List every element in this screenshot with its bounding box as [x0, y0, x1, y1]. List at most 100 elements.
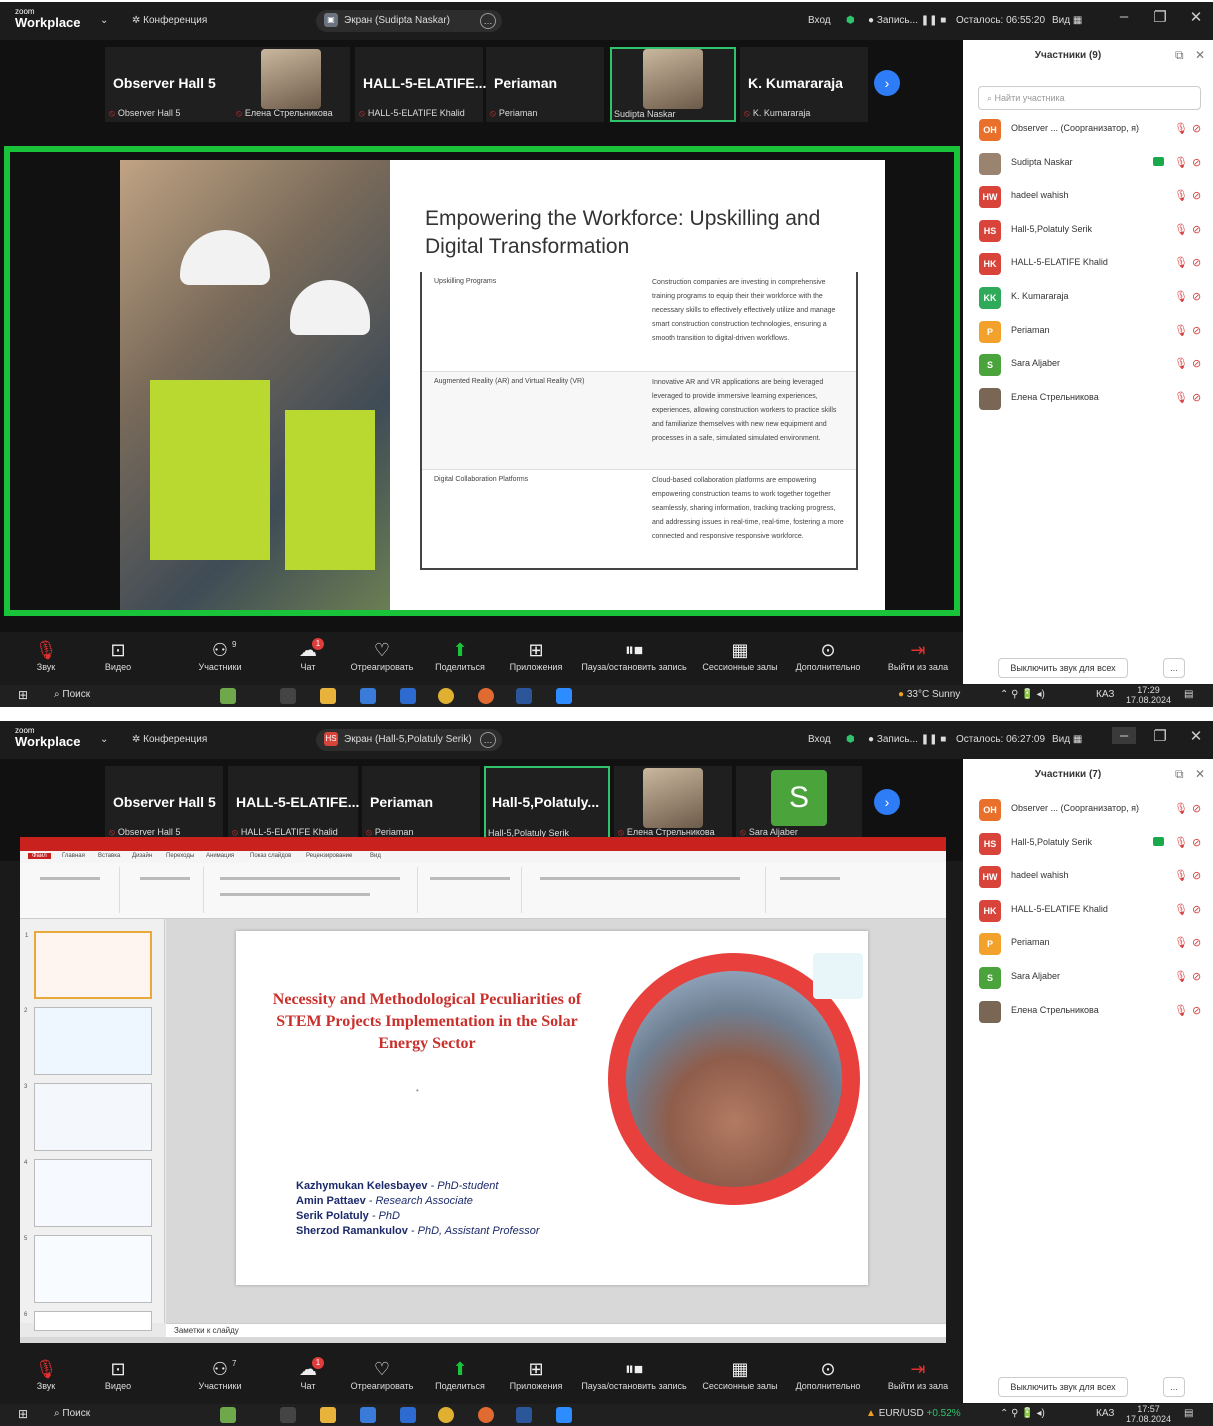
slide-thumbnail[interactable]: 6 [24, 1311, 152, 1331]
video-tile[interactable]: HALL-5-ELATIFE... ⦸ HALL-5-ELATIFE Khalid [355, 47, 486, 122]
view-menu[interactable]: Вид ▦ [1052, 15, 1082, 26]
mic-muted-icon[interactable]: 🎙︎ [1174, 122, 1188, 135]
video-off-icon[interactable]: ⊘ [1192, 223, 1201, 236]
view-menu[interactable]: Вид ▦ [1052, 734, 1082, 745]
screen-share-indicator[interactable]: HS Экран (Hall-5,Polatuly Serik) … [316, 729, 502, 751]
ribbon-group-font[interactable] [208, 867, 418, 913]
participant-row[interactable]: S Sara Aljaber 🎙︎ ⊘ [979, 352, 1211, 378]
mic-muted-icon[interactable]: 🎙︎ [1174, 391, 1188, 404]
login-button[interactable]: Вход [808, 734, 831, 745]
windows-start-icon[interactable]: ⊞ [18, 688, 28, 702]
video-tile[interactable]: ⦸ Елена Стрельникова [232, 47, 350, 122]
ribbon-tab[interactable]: Показ слайдов [250, 853, 291, 859]
video-tile[interactable]: Periaman ⦸ Periaman [362, 766, 480, 841]
screen-share-indicator[interactable]: ▣ Экран (Sudipta Naskar) … [316, 10, 502, 32]
windows-start-icon[interactable]: ⊞ [18, 1407, 28, 1421]
popout-icon[interactable]: ⧉ [1175, 767, 1184, 782]
more-button[interactable]: ⊙ Дополнительно [788, 638, 868, 672]
participant-row[interactable]: S Sara Aljaber 🎙︎ ⊘ [979, 965, 1211, 991]
close-icon[interactable]: ✕ [1184, 8, 1208, 26]
chevron-down-icon[interactable]: ⌄ [100, 15, 108, 26]
ribbon-group-editing[interactable] [770, 867, 850, 913]
ticker-widget[interactable]: ▲ EUR/USD +0.52% [866, 1408, 961, 1419]
video-off-icon[interactable]: ⊘ [1192, 869, 1201, 882]
slide-thumbnail[interactable]: 4 [24, 1159, 152, 1227]
ribbon-tab[interactable]: Вид [370, 853, 381, 859]
close-icon[interactable]: ✕ [1195, 767, 1205, 781]
video-off-icon[interactable]: ⊘ [1192, 290, 1201, 303]
video-tile[interactable]: HALL-5-ELATIFE... ⦸ HALL-5-ELATIFE Khalid [228, 766, 359, 841]
mic-muted-icon[interactable]: 🎙︎ [1174, 290, 1188, 303]
browser-icon[interactable] [478, 1407, 494, 1423]
participant-row[interactable]: OH Observer ... (Соорганизатор, я) 🎙︎ ⊘ [979, 117, 1211, 143]
browser-icon[interactable] [478, 688, 494, 704]
mic-muted-icon[interactable]: 🎙︎ [1174, 802, 1188, 815]
clock[interactable]: 17:57 17.08.2024 [1126, 1404, 1171, 1424]
view-options-icon[interactable]: … [480, 13, 496, 29]
close-icon[interactable]: ✕ [1195, 48, 1205, 62]
minimize-icon[interactable]: – [1112, 727, 1136, 744]
taskbar-search[interactable]: ⌕ Поиск [54, 1408, 90, 1419]
plant-icon[interactable] [220, 1407, 236, 1423]
word-icon[interactable] [516, 1407, 532, 1423]
participant-row[interactable]: HW hadeel wahish 🎙︎ ⊘ [979, 864, 1211, 890]
participant-row[interactable]: Елена Стрельникова 🎙︎ ⊘ [979, 386, 1211, 412]
mic-muted-icon[interactable]: 🎙︎ [1174, 156, 1188, 169]
clock[interactable]: 17:29 17.08.2024 [1126, 685, 1171, 705]
video-button[interactable]: ⊡ Видео [78, 1357, 158, 1391]
tray-icons[interactable]: ⌃ ⚲ 🔋 ◂) [1000, 689, 1045, 700]
login-button[interactable]: Вход [808, 15, 831, 26]
mic-muted-icon[interactable]: 🎙︎ [1174, 1004, 1188, 1017]
participant-row[interactable]: Елена Стрельникова 🎙︎ ⊘ [979, 999, 1211, 1025]
react-button[interactable]: ♡ Отреагировать [342, 1357, 422, 1391]
audio-button[interactable]: 🎙︎ Звук [6, 638, 86, 672]
more-options-button[interactable]: ... [1163, 658, 1185, 678]
video-tile[interactable]: K. Kumararaja ⦸ K. Kumararaja [740, 47, 868, 122]
file-explorer-icon[interactable] [320, 688, 336, 704]
conference-menu[interactable]: ✲ Конференция [132, 15, 207, 26]
participants-button[interactable]: ⚇ 9 Участники [180, 638, 260, 672]
video-off-icon[interactable]: ⊘ [1192, 357, 1201, 370]
file-explorer-icon[interactable] [320, 1407, 336, 1423]
recording-indicator[interactable]: ● Запись... ❚❚ ■ [868, 734, 946, 745]
participant-row[interactable]: KK K. Kumararaja 🎙︎ ⊘ [979, 285, 1211, 311]
ribbon-tab[interactable]: Анимация [206, 853, 234, 859]
ribbon-group-drawing[interactable] [526, 867, 766, 913]
mic-muted-icon[interactable]: 🎙︎ [1174, 189, 1188, 202]
ribbon-group-clipboard[interactable] [24, 867, 120, 913]
video-button[interactable]: ⊡ Видео [78, 638, 158, 672]
task-view-icon[interactable] [280, 688, 296, 704]
mute-all-button[interactable]: Выключить звук для всех [998, 1377, 1128, 1397]
video-tile-active-speaker[interactable]: Hall-5,Polatuly... Hall-5,Polatuly Serik [484, 766, 610, 841]
breakout-rooms-button[interactable]: ▦ Сессионные залы [700, 638, 780, 672]
calendar-icon[interactable] [360, 688, 376, 704]
video-off-icon[interactable]: ⊘ [1192, 802, 1201, 815]
more-options-button[interactable]: ... [1163, 1377, 1185, 1397]
slide-thumbnail[interactable]: 3 [24, 1083, 152, 1151]
close-icon[interactable]: ✕ [1184, 727, 1208, 745]
zoom-icon[interactable] [556, 688, 572, 704]
mic-muted-icon[interactable]: 🎙︎ [1174, 936, 1188, 949]
mic-muted-icon[interactable]: 🎙︎ [1174, 836, 1188, 849]
participant-row[interactable]: HS Hall-5,Polatuly Serik 🎙︎ ⊘ [979, 218, 1211, 244]
video-off-icon[interactable]: ⊘ [1192, 970, 1201, 983]
maximize-icon[interactable]: ❐ [1148, 8, 1172, 26]
conference-menu[interactable]: ✲ Конференция [132, 734, 207, 745]
video-tile-active-speaker[interactable]: Sudipta Naskar [610, 47, 736, 122]
leave-button[interactable]: ⇥ Выйти из зала [878, 1357, 958, 1391]
ribbon-group-slides[interactable] [124, 867, 204, 913]
mic-muted-icon[interactable]: 🎙︎ [1174, 357, 1188, 370]
weather-widget[interactable]: ● 33°C Sunny [898, 689, 960, 700]
task-view-icon[interactable] [280, 1407, 296, 1423]
view-options-icon[interactable]: … [480, 732, 496, 748]
participants-button[interactable]: ⚇ 7 Участники [180, 1357, 260, 1391]
video-off-icon[interactable]: ⊘ [1192, 903, 1201, 916]
shield-icon[interactable]: ⬢ [846, 15, 855, 26]
video-off-icon[interactable]: ⊘ [1192, 936, 1201, 949]
ribbon-tab[interactable]: Рецензирование [306, 853, 352, 859]
zoom-icon[interactable] [556, 1407, 572, 1423]
video-tile[interactable]: Observer Hall 5 ⦸ Observer Hall 5 [105, 766, 223, 841]
react-button[interactable]: ♡ Отреагировать [342, 638, 422, 672]
notification-icon[interactable]: ▤ [1184, 1408, 1193, 1419]
mail-icon[interactable] [400, 688, 416, 704]
